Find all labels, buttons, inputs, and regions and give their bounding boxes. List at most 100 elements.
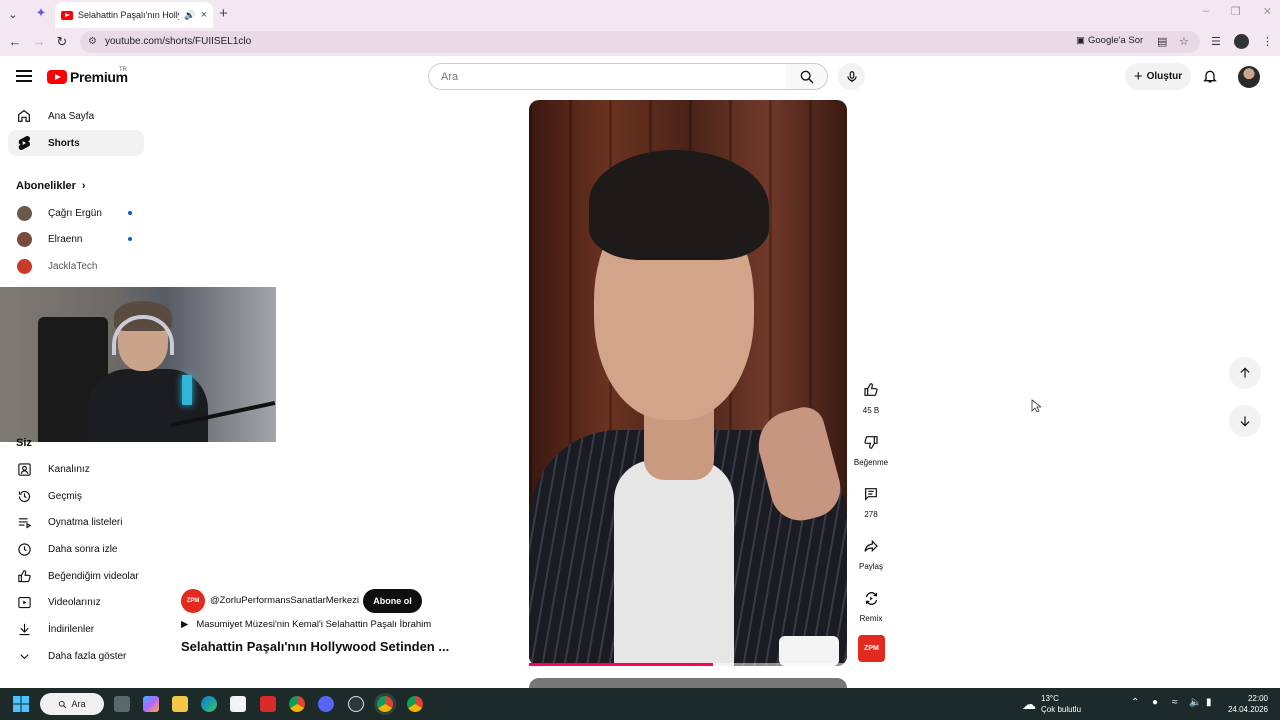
dislike-action[interactable]: Beğenme (854, 426, 888, 467)
search-icon (800, 70, 813, 83)
install-icon[interactable]: ▤ (1157, 35, 1167, 48)
channel-avatar[interactable]: ZPM (181, 589, 205, 613)
cloud-icon: ☁ (1022, 695, 1036, 712)
clock-date: 24.04.2026 (1227, 705, 1268, 714)
tray-chevron-icon[interactable]: ⌃ (1131, 697, 1139, 708)
mic-tray-icon[interactable]: ● (1152, 697, 1158, 708)
taskbar-search[interactable]: Ara (40, 693, 104, 715)
video-title[interactable]: Selahattin Paşalı'nın Hollywood Setinden… (181, 639, 449, 654)
search-button[interactable] (786, 63, 828, 90)
sidebar-item-playlists[interactable]: Oynatma listeleri (8, 509, 144, 535)
channel-name[interactable]: @ZorluPerformansSanatlarMerkezi (210, 595, 359, 606)
close-window-icon[interactable]: ✕ (1263, 5, 1272, 18)
battery-icon[interactable]: ▮ (1206, 697, 1212, 708)
sidebar-item-subscription[interactable]: Elraenn (8, 226, 144, 252)
notifications-button[interactable] (1202, 68, 1218, 89)
share-icon[interactable] (855, 530, 887, 562)
app-l-icon[interactable] (260, 696, 276, 712)
media-controls-icon[interactable]: ☰ (1211, 35, 1221, 48)
back-icon[interactable]: ← (7, 34, 23, 49)
webcam-overlay (0, 287, 276, 442)
music-text: Masumiyet Müzesi'nin Kemal'i Selahattin … (196, 619, 432, 630)
new-tab-button[interactable]: + (219, 5, 228, 22)
network-icon[interactable]: ≈ (1172, 697, 1178, 708)
tab-close-icon[interactable]: × (201, 9, 207, 21)
sidebar-item-your-videos[interactable]: Videolarınız (8, 589, 144, 615)
sidebar-item-downloads[interactable]: İndirilenler (8, 616, 144, 642)
comments-action[interactable]: 278 (855, 478, 887, 519)
file-explorer-icon[interactable] (172, 696, 188, 712)
sidebar-item-label: Shorts (48, 137, 80, 149)
chrome-active-icon[interactable] (377, 696, 393, 712)
site-info-icon[interactable]: ⚙ (88, 36, 97, 47)
windows-start-icon[interactable] (13, 696, 29, 712)
video-progress-bar[interactable] (529, 663, 847, 666)
maximize-icon[interactable]: ❐ (1231, 5, 1241, 18)
next-short-button[interactable] (1229, 405, 1261, 437)
search-placeholder: Ara (441, 71, 459, 83)
sidebar-item-label: Oynatma listeleri (48, 516, 123, 528)
sidebar-item-watch-later[interactable]: Daha sonra izle (8, 536, 144, 562)
account-avatar[interactable] (1238, 66, 1260, 88)
system-clock[interactable]: 22:00 24.04.2026 (1228, 693, 1268, 715)
youtube-logo-icon (47, 70, 67, 84)
share-action[interactable]: Paylaş (855, 530, 887, 571)
youtube-premium-logo[interactable]: Premium TR (47, 67, 128, 85)
channel-thumbnail[interactable]: ZPM (858, 635, 885, 662)
google-sor-button[interactable]: ▣ Google'a Sor (1076, 35, 1143, 46)
gemini-icon[interactable]: ✦ (33, 5, 49, 21)
forward-icon[interactable]: → (31, 34, 47, 49)
address-bar[interactable]: ⚙ youtube.com/shorts/FUIISEL1clo ▣ Google… (80, 31, 1200, 53)
sidebar-item-liked-videos[interactable]: Beğendiğim videolar (8, 563, 144, 589)
remix-icon[interactable] (855, 582, 887, 614)
thumbs-down-icon[interactable] (855, 426, 887, 458)
sidebar-item-home[interactable]: Ana Sayfa (8, 103, 144, 129)
discord-icon[interactable] (318, 696, 334, 712)
sidebar-item-show-more[interactable]: Daha fazla göster (8, 643, 144, 669)
mic-icon (846, 70, 857, 82)
music-link[interactable]: ▶ Masumiyet Müzesi'nin Kemal'i Selahatti… (181, 619, 431, 630)
search-input[interactable]: Ara (428, 63, 787, 90)
browser-profile-avatar[interactable] (1234, 34, 1249, 49)
speaker-icon[interactable]: 🔊 (184, 10, 195, 21)
comment-icon[interactable] (855, 478, 887, 510)
remix-action[interactable]: Remix (855, 582, 887, 623)
sidebar-item-history[interactable]: Geçmiş (8, 483, 144, 509)
voice-search-button[interactable] (838, 63, 865, 90)
chrome-icon[interactable] (289, 696, 305, 712)
store-icon[interactable] (230, 696, 246, 712)
tab-search-chevron-icon[interactable]: ⌄ (4, 5, 22, 23)
bookmark-star-icon[interactable]: ☆ (1179, 35, 1189, 48)
sidebar-item-subscription[interactable]: JacklaTech (8, 253, 144, 279)
browser-menu-icon[interactable]: ⋮ (1262, 35, 1273, 48)
thumbs-up-icon[interactable] (855, 374, 887, 406)
copilot-icon[interactable] (143, 696, 159, 712)
minimize-icon[interactable]: – (1203, 5, 1209, 18)
clock-icon (16, 541, 32, 557)
subscriptions-header[interactable]: Abonelikler › (16, 180, 86, 192)
browser-toolbar: ← → ↻ ⚙ youtube.com/shorts/FUIISEL1clo ▣… (0, 28, 1280, 56)
sidebar-item-label: Daha sonra izle (48, 543, 118, 555)
you-section-title[interactable]: Siz (16, 437, 32, 449)
browser-tab[interactable]: Selahattin Paşalı'nın Hollywood 🔊 × (55, 2, 213, 28)
next-short-preview[interactable] (529, 678, 847, 688)
menu-icon[interactable] (16, 70, 32, 82)
shorts-video-player[interactable] (529, 100, 847, 666)
sidebar-item-shorts[interactable]: Shorts (8, 130, 144, 156)
sidebar-item-subscription[interactable]: Çağrı Ergün (8, 200, 144, 226)
edge-icon[interactable] (201, 696, 217, 712)
chrome-profile-icon[interactable] (407, 696, 423, 712)
channel-avatar (17, 205, 32, 221)
url-text[interactable]: youtube.com/shorts/FUIISEL1clo (105, 36, 251, 47)
like-action[interactable]: 45 B (855, 374, 887, 415)
search-icon (59, 700, 67, 708)
previous-short-button[interactable] (1229, 357, 1261, 389)
reload-icon[interactable]: ↻ (54, 34, 70, 50)
obs-icon[interactable] (348, 696, 364, 712)
sidebar-item-your-channel[interactable]: Kanalınız (8, 456, 144, 482)
subscribe-button[interactable]: Abone ol (363, 589, 422, 613)
weather-widget[interactable]: ☁ 13°C Çok bulutlu (1022, 693, 1081, 715)
volume-icon[interactable]: 🔈 (1189, 697, 1201, 708)
task-view-icon[interactable] (114, 696, 130, 712)
create-button[interactable]: + Oluştur (1125, 63, 1191, 90)
